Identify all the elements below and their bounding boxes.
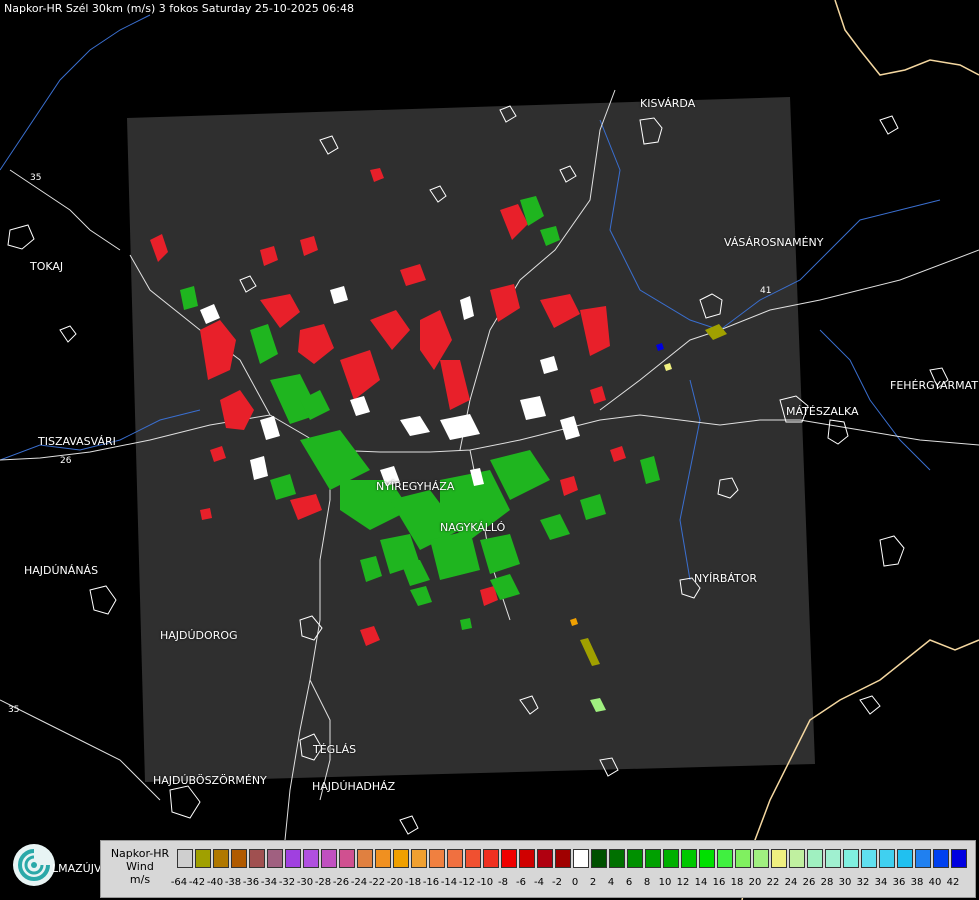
legend-swatch [591,849,607,868]
legend-swatch [231,849,247,868]
legend-swatch [807,849,823,868]
city-label-kisvarda: KISVÁRDA [640,97,696,110]
legend-swatch [285,849,301,868]
radar-coverage-area [127,97,815,782]
city-label-nagykallo: NAGYKÁLLÓ [440,521,506,534]
legend-swatch [825,849,841,868]
legend-swatch [933,849,949,868]
legend-swatch [213,849,229,868]
legend-swatch [573,849,589,868]
legend-swatch [429,849,445,868]
road-number-35: 35 [30,173,41,183]
city-label-teglas: TÉGLÁS [313,743,357,756]
legend-swatch [771,849,787,868]
legend-swatch [321,849,337,868]
road-number-26: 26 [60,456,72,466]
legend-swatch [753,849,769,868]
legend-swatch [699,849,715,868]
legend-swatch [177,849,193,868]
city-label-tiszavasvari: TISZAVASVÁRI [38,435,116,448]
legend-swatch [393,849,409,868]
legend-quantity: Wind [126,860,154,873]
legend-label: Napkor-HR Wind m/s [105,847,175,886]
legend-swatch [681,849,697,868]
city-label-vasarosnameny: VÁSÁROSNAMÉNY [724,236,824,249]
legend-swatch [555,849,571,868]
city-label-hajduboszormeny: HAJDÚBÖSZÖRMÉNY [153,774,267,787]
legend-swatch [663,849,679,868]
legend-swatch [861,849,877,868]
legend-swatch [843,849,859,868]
city-label-hajdudorog: HAJDÚDOROG [160,629,238,642]
road-number-41: 41 [760,286,771,296]
legend-swatch [465,849,481,868]
map-title: Napkor-HR Szél 30km (m/s) 3 fokos Saturd… [4,2,354,15]
legend-unit: m/s [129,873,151,886]
legend-swatch [537,849,553,868]
legend-swatch [195,849,211,868]
legend-swatch [447,849,463,868]
road-number-35: 35 [8,705,19,715]
legend-tick: 42 [946,877,960,888]
legend-swatch [717,849,733,868]
radar-map: 35 26 41 35 [0,0,979,900]
legend-swatch [735,849,751,868]
city-label-nyirbator: NYÍRBÁTOR [694,572,758,585]
legend-swatch [303,849,319,868]
legend-swatch [375,849,391,868]
legend-swatch [519,849,535,868]
city-label-hajdunanas: HAJDÚNÁNÁS [24,564,99,577]
legend-swatch [951,849,967,868]
city-label-hajduhadhaz: HAJDÚHADHÁZ [312,780,396,793]
color-legend: Napkor-HR Wind m/s -64 -42 -40 -38 -36 -34 -32… [100,840,976,898]
legend-swatch [789,849,805,868]
napkor-logo-icon [13,844,55,886]
legend-swatch [411,849,427,868]
city-label-tokaj: TOKAJ [30,260,64,273]
legend-swatch [879,849,895,868]
legend-swatch [915,849,931,868]
city-label-mateszalka: MÁTÉSZALKA [786,405,859,418]
legend-swatch [339,849,355,868]
legend-swatch [501,849,517,868]
legend-swatch [645,849,661,868]
legend-swatch [357,849,373,868]
legend-source: Napkor-HR [110,847,170,860]
legend-swatch [483,849,499,868]
city-label-nyiregyhaza: NYÍREGYHÁZA [376,480,455,493]
legend-swatch [897,849,913,868]
legend-swatch [267,849,283,868]
city-label-fehergyarmat: FEHÉRGYARMAT [890,379,979,392]
legend-swatch [627,849,643,868]
legend-swatch [609,849,625,868]
legend-swatch [249,849,265,868]
